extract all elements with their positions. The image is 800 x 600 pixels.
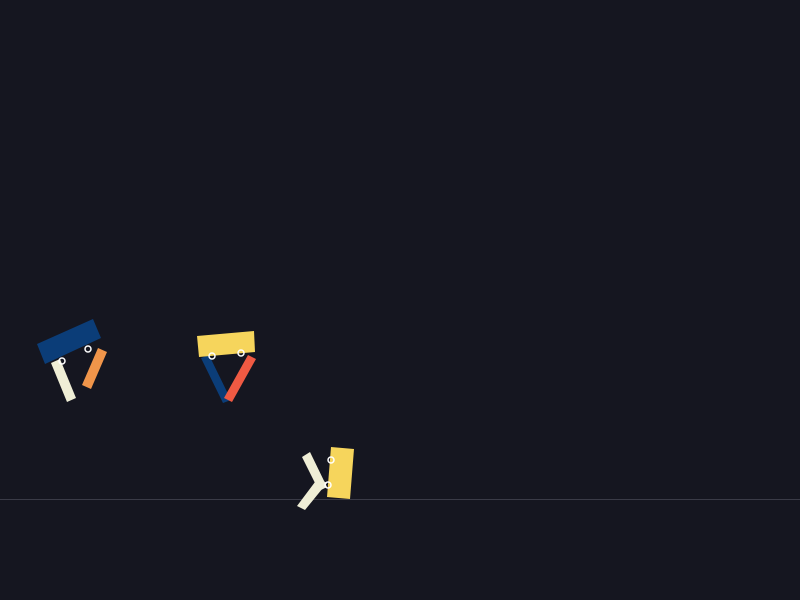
background bbox=[0, 0, 800, 600]
game-canvas bbox=[0, 0, 800, 600]
creature-3-body bbox=[327, 447, 354, 499]
